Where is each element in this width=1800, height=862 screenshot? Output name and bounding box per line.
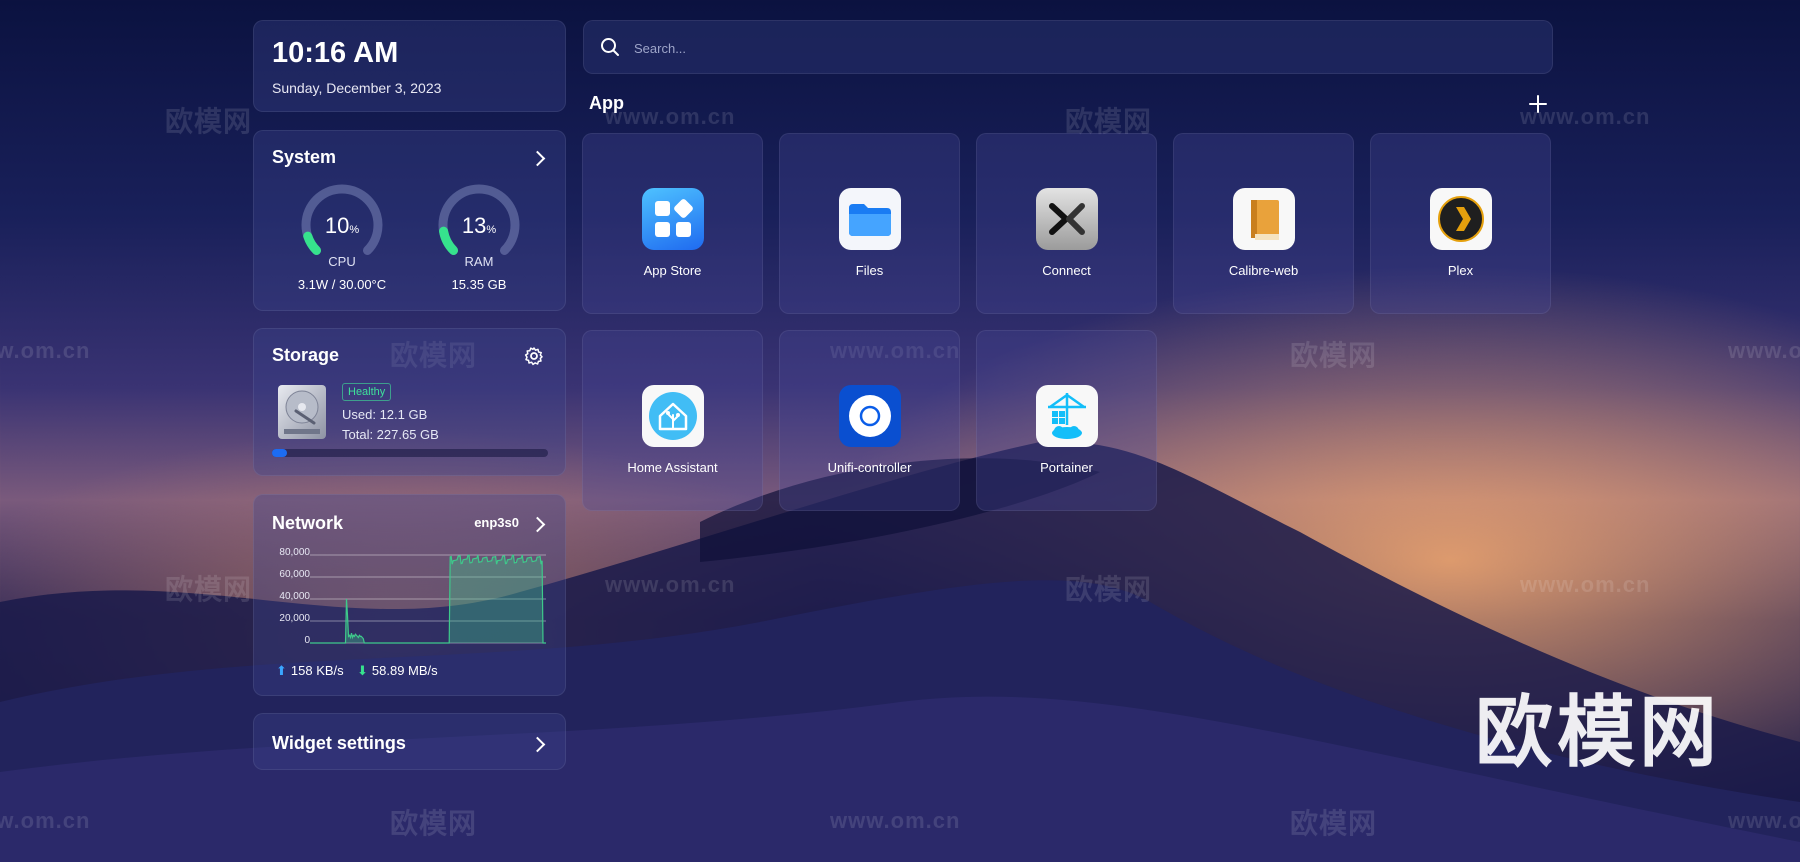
network-interface[interactable]: enp3s0: [474, 515, 519, 530]
app-tile-files[interactable]: Files: [779, 133, 960, 314]
network-chart: [310, 554, 546, 644]
app-label: Home Assistant: [627, 460, 718, 475]
storage-used: Used: 12.1 GB: [342, 407, 428, 422]
ram-gauge: 13% RAM 15.35 GB: [429, 183, 529, 292]
app-label: App Store: [643, 263, 702, 278]
y-tick-label: 80,000: [279, 547, 310, 558]
chevron-right-icon[interactable]: [529, 736, 546, 753]
y-tick-label: 60,000: [279, 569, 310, 580]
gear-icon[interactable]: [524, 346, 544, 366]
app-label: Files: [855, 263, 884, 278]
search-bar[interactable]: [583, 20, 1553, 74]
app-tile-calibre-web[interactable]: Calibre-web: [1173, 133, 1354, 314]
widget-settings-button[interactable]: Widget settings: [253, 713, 566, 770]
watermark-site: www.om.cn: [605, 104, 736, 129]
app-section-title: App: [589, 93, 624, 113]
plex-icon: [1430, 188, 1492, 250]
calibre-icon: [1233, 188, 1295, 250]
app-tile-portainer[interactable]: Portainer: [976, 330, 1157, 511]
watermark-brand: 欧模网: [165, 106, 253, 137]
app-store-icon: [642, 188, 704, 250]
app-label: Plex: [1447, 263, 1474, 278]
ram-value: 13%: [461, 213, 497, 238]
widget-settings-label: Widget settings: [272, 733, 406, 753]
app-label: Connect: [1042, 263, 1091, 278]
app-label: Portainer: [1040, 460, 1093, 475]
upload-arrow-icon: ⬆: [276, 663, 287, 678]
connect-icon: [1036, 188, 1098, 250]
ram-label: RAM: [464, 254, 494, 269]
ram-detail: 15.35 GB: [451, 277, 507, 292]
storage-title: Storage: [272, 345, 340, 365]
system-widget[interactable]: System 10% CPU 3.1W / 30.00°C 13% RAM 15…: [253, 130, 566, 311]
app-tile-home-assistant[interactable]: Home Assistant: [582, 330, 763, 511]
y-tick-label: 0: [304, 635, 310, 646]
app-tile-plex[interactable]: Plex: [1370, 133, 1551, 314]
cpu-label: CPU: [328, 254, 356, 269]
files-icon: [839, 188, 901, 250]
cpu-value: 10%: [324, 213, 360, 238]
storage-total: Total: 227.65 GB: [342, 427, 439, 442]
cpu-detail: 3.1W / 30.00°C: [297, 277, 387, 292]
search-icon: [601, 38, 619, 56]
network-title: Network: [272, 513, 344, 533]
search-input[interactable]: [632, 35, 1516, 61]
watermark-logo: 欧模网: [1475, 688, 1722, 776]
storage-usage-fill: [272, 449, 287, 457]
clock-date: Sunday, December 3, 2023: [272, 80, 442, 96]
storage-usage-bar: [272, 449, 548, 457]
upload-speed: ⬆ 158 KB/s: [276, 663, 344, 678]
network-widget[interactable]: Network enp3s0 80,000 60,000 40,000 20,0…: [253, 494, 566, 696]
app-label: Unifi-controller: [827, 460, 912, 475]
app-tile-app-store[interactable]: App Store: [582, 133, 763, 314]
y-tick-label: 20,000: [279, 613, 310, 624]
system-title: System: [272, 147, 337, 167]
home-assistant-icon: [642, 385, 704, 447]
watermark-site: www.om.cn: [1728, 338, 1800, 363]
watermark-site: www.om.cn: [0, 338, 91, 363]
unifi-icon: [839, 385, 901, 447]
chevron-right-icon[interactable]: [529, 150, 546, 167]
watermark-brand: 欧模网: [1290, 340, 1378, 371]
app-tile-unifi-controller[interactable]: Unifi-controller: [779, 330, 960, 511]
y-tick-label: 40,000: [279, 591, 310, 602]
chevron-right-icon[interactable]: [529, 516, 546, 533]
app-label: Calibre-web: [1228, 263, 1299, 278]
cpu-gauge: 10% CPU 3.1W / 30.00°C: [292, 183, 392, 292]
clock-widget: 10:16 AM Sunday, December 3, 2023: [253, 20, 566, 112]
download-speed: ⬇ 58.89 MB/s: [357, 663, 438, 678]
download-arrow-icon: ⬇: [357, 663, 368, 678]
app-tile-connect[interactable]: Connect: [976, 133, 1157, 314]
clock-time: 10:16 AM: [272, 37, 399, 69]
add-app-button[interactable]: [1527, 93, 1549, 115]
hard-drive-icon: [278, 385, 326, 439]
storage-widget[interactable]: Storage Healthy Used: 12.1 GB Total: 227…: [253, 328, 566, 476]
status-badge: Healthy: [342, 383, 392, 401]
portainer-icon: [1036, 385, 1098, 447]
